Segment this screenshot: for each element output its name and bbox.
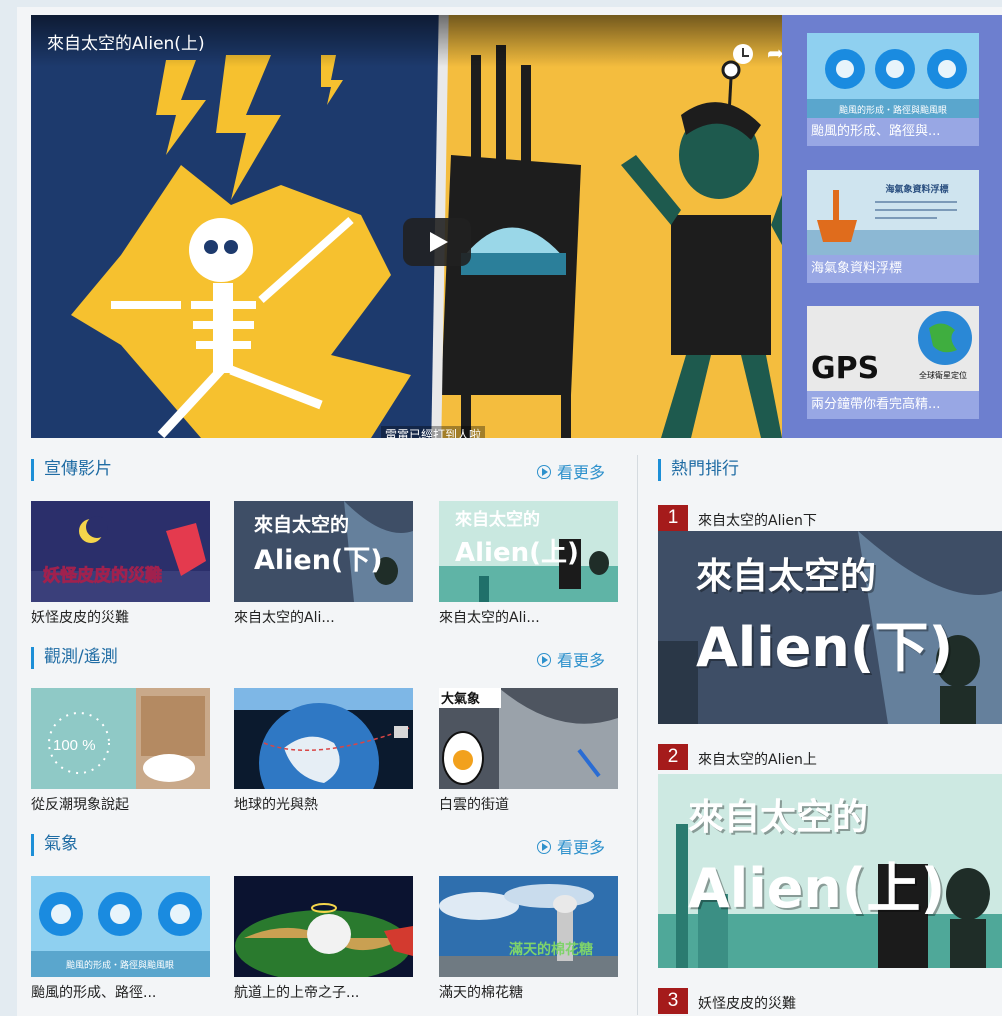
ranking-thumb-text: 來自太空的 (696, 556, 877, 597)
thumbnail-text: 來自太空的 (254, 513, 349, 536)
section-title-promo: 宣傳影片 (31, 459, 112, 481)
video-scene-alien (441, 15, 782, 438)
play-circle-icon (537, 653, 551, 667)
playlist-item[interactable]: 颱風的形成・路徑與颱風眼 颱風的形成、路徑與... (807, 33, 979, 146)
thumbnail-text: 100 % (53, 737, 96, 754)
see-more-link-weather[interactable]: 看更多 (537, 834, 605, 858)
video-thumbnail (234, 688, 413, 789)
thumbnail-text: 妖怪皮皮的災難 (43, 565, 162, 586)
video-thumbnail: 颱風的形成・路徑與颱風眼 (31, 876, 210, 977)
video-card[interactable]: 大氣象 白雲的街道 (439, 688, 618, 813)
video-thumbnail: 大氣象 (439, 688, 618, 789)
video-thumbnail: 滿天的棉花糖 (439, 876, 618, 977)
thumbnail-text: 滿天的棉花糖 (508, 941, 593, 958)
thumbnail-text: 大氣象 (441, 691, 480, 707)
playlist-item-label: 颱風的形成、路徑與... (811, 124, 941, 139)
ranking-thumb-subtext: Alien(上) (688, 857, 946, 920)
playlist-sidebar: 颱風的形成・路徑與颱風眼 颱風的形成、路徑與... 海氣象資料浮標 海氣象資料浮… (782, 15, 1002, 438)
video-thumbnail: 100 % (31, 688, 210, 789)
playlist-item[interactable]: 海氣象資料浮標 海氣象資料浮標 (807, 170, 979, 283)
video-card-title: 妖怪皮皮的災難 (31, 610, 129, 626)
see-more-label: 看更多 (557, 463, 606, 482)
video-card-title: 來自太空的Ali... (439, 610, 540, 626)
video-card[interactable]: 來自太空的 Alien(上) 來自太空的Ali... (439, 501, 618, 626)
thumbnail-text: 來自太空的 (455, 509, 540, 530)
thumbnail-subtext: 全球衛星定位 (919, 370, 967, 380)
video-card[interactable]: 妖怪皮皮的災難 妖怪皮皮的災難 (31, 501, 210, 626)
thumbnail-subtext: Alien(上) (455, 538, 579, 568)
see-more-link-promo[interactable]: 看更多 (537, 459, 605, 483)
section-title-observation: 觀測/遙測 (31, 647, 118, 669)
video-card-title: 從反潮現象說起 (31, 797, 129, 813)
video-thumbnail: 妖怪皮皮的災難 (31, 501, 210, 602)
thumbnail-text: 颱風的形成・路徑與颱風眼 (66, 959, 174, 971)
video-card[interactable]: 颱風的形成・路徑與颱風眼 颱風的形成、路徑... (31, 876, 210, 1001)
playlist-thumbnail: 海氣象資料浮標 (807, 170, 979, 255)
ranking-thumbnail: 來自太空的 Alien(上) (658, 774, 1002, 968)
ranking-item-title: 來自太空的Alien下 (698, 513, 817, 529)
rank-badge: 3 (658, 988, 688, 1014)
see-more-label: 看更多 (557, 838, 606, 857)
ranking-item-title: 來自太空的Alien上 (698, 752, 817, 768)
ranking-thumbnail: 來自太空的 Alien(下) (658, 531, 1002, 724)
video-thumbnail (234, 876, 413, 977)
ranking-item-title: 妖怪皮皮的災難 (698, 996, 796, 1012)
playlist-thumbnail: GPS 全球衛星定位 (807, 306, 979, 391)
ranking-item[interactable]: 2 來自太空的Alien上 來自太空的 Alien(上) (658, 744, 1002, 969)
video-thumbnail: 來自太空的 Alien(上) (439, 501, 618, 602)
video-subtitle: 雷電已經打到人啦 (381, 426, 486, 438)
playlist-item[interactable]: GPS 全球衛星定位 兩分鐘帶你看完高精... (807, 306, 979, 419)
ranking-item[interactable]: 3 妖怪皮皮的災難 (658, 988, 1002, 1016)
video-scene-lightning (31, 15, 441, 438)
video-card-title: 航道上的上帝之子... (234, 985, 360, 1001)
play-button[interactable] (403, 218, 471, 266)
play-circle-icon (537, 840, 551, 854)
column-divider (637, 455, 638, 1015)
ranking-title: 熱門排行 (658, 459, 739, 481)
video-card-title: 白雲的街道 (439, 797, 509, 813)
ranking-thumb-text: 來自太空的 (688, 797, 869, 838)
thumbnail-text: 海氣象資料浮標 (885, 183, 948, 195)
video-card-title: 地球的光與熱 (234, 797, 318, 813)
thumbnail-subtext: Alien(下) (254, 545, 383, 576)
play-circle-icon (537, 465, 551, 479)
ranking-thumb-subtext: Alien(下) (696, 616, 954, 679)
share-icon[interactable]: ➦ (767, 41, 782, 65)
video-card[interactable]: 來自太空的 Alien(下) 來自太空的Ali... (234, 501, 413, 626)
section-title-weather: 氣象 (31, 834, 78, 856)
video-card-title: 滿天的棉花糖 (439, 985, 523, 1001)
watch-later-icon[interactable] (733, 44, 753, 64)
video-card[interactable]: 航道上的上帝之子... (234, 876, 413, 1001)
rank-badge: 1 (658, 505, 688, 531)
video-card-title: 來自太空的Ali... (234, 610, 335, 626)
see-more-link-observation[interactable]: 看更多 (537, 647, 605, 671)
playlist-thumbnail: 颱風的形成・路徑與颱風眼 (807, 33, 979, 118)
see-more-label: 看更多 (557, 651, 606, 670)
video-card[interactable]: 滿天的棉花糖 滿天的棉花糖 (439, 876, 618, 1001)
video-card[interactable]: 100 % 從反潮現象說起 (31, 688, 210, 813)
thumbnail-text: 颱風的形成・路徑與颱風眼 (839, 104, 947, 116)
video-thumbnail: 來自太空的 Alien(下) (234, 501, 413, 602)
ranking-item[interactable]: 1 來自太空的Alien下 來自太空的 Alien(下) (658, 505, 1002, 725)
video-title[interactable]: 來自太空的Alien(上) (47, 29, 205, 54)
video-card[interactable]: 地球的光與熱 (234, 688, 413, 813)
playlist-item-label: 海氣象資料浮標 (811, 261, 903, 276)
playlist-item-label: 兩分鐘帶你看完高精... (811, 397, 941, 412)
thumbnail-text: GPS (811, 351, 879, 386)
rank-badge: 2 (658, 744, 688, 770)
featured-video-player[interactable]: 來自太空的Alien(上) ➦ 雷電已經打到人啦 (31, 15, 782, 438)
video-card-title: 颱風的形成、路徑... (31, 985, 157, 1001)
